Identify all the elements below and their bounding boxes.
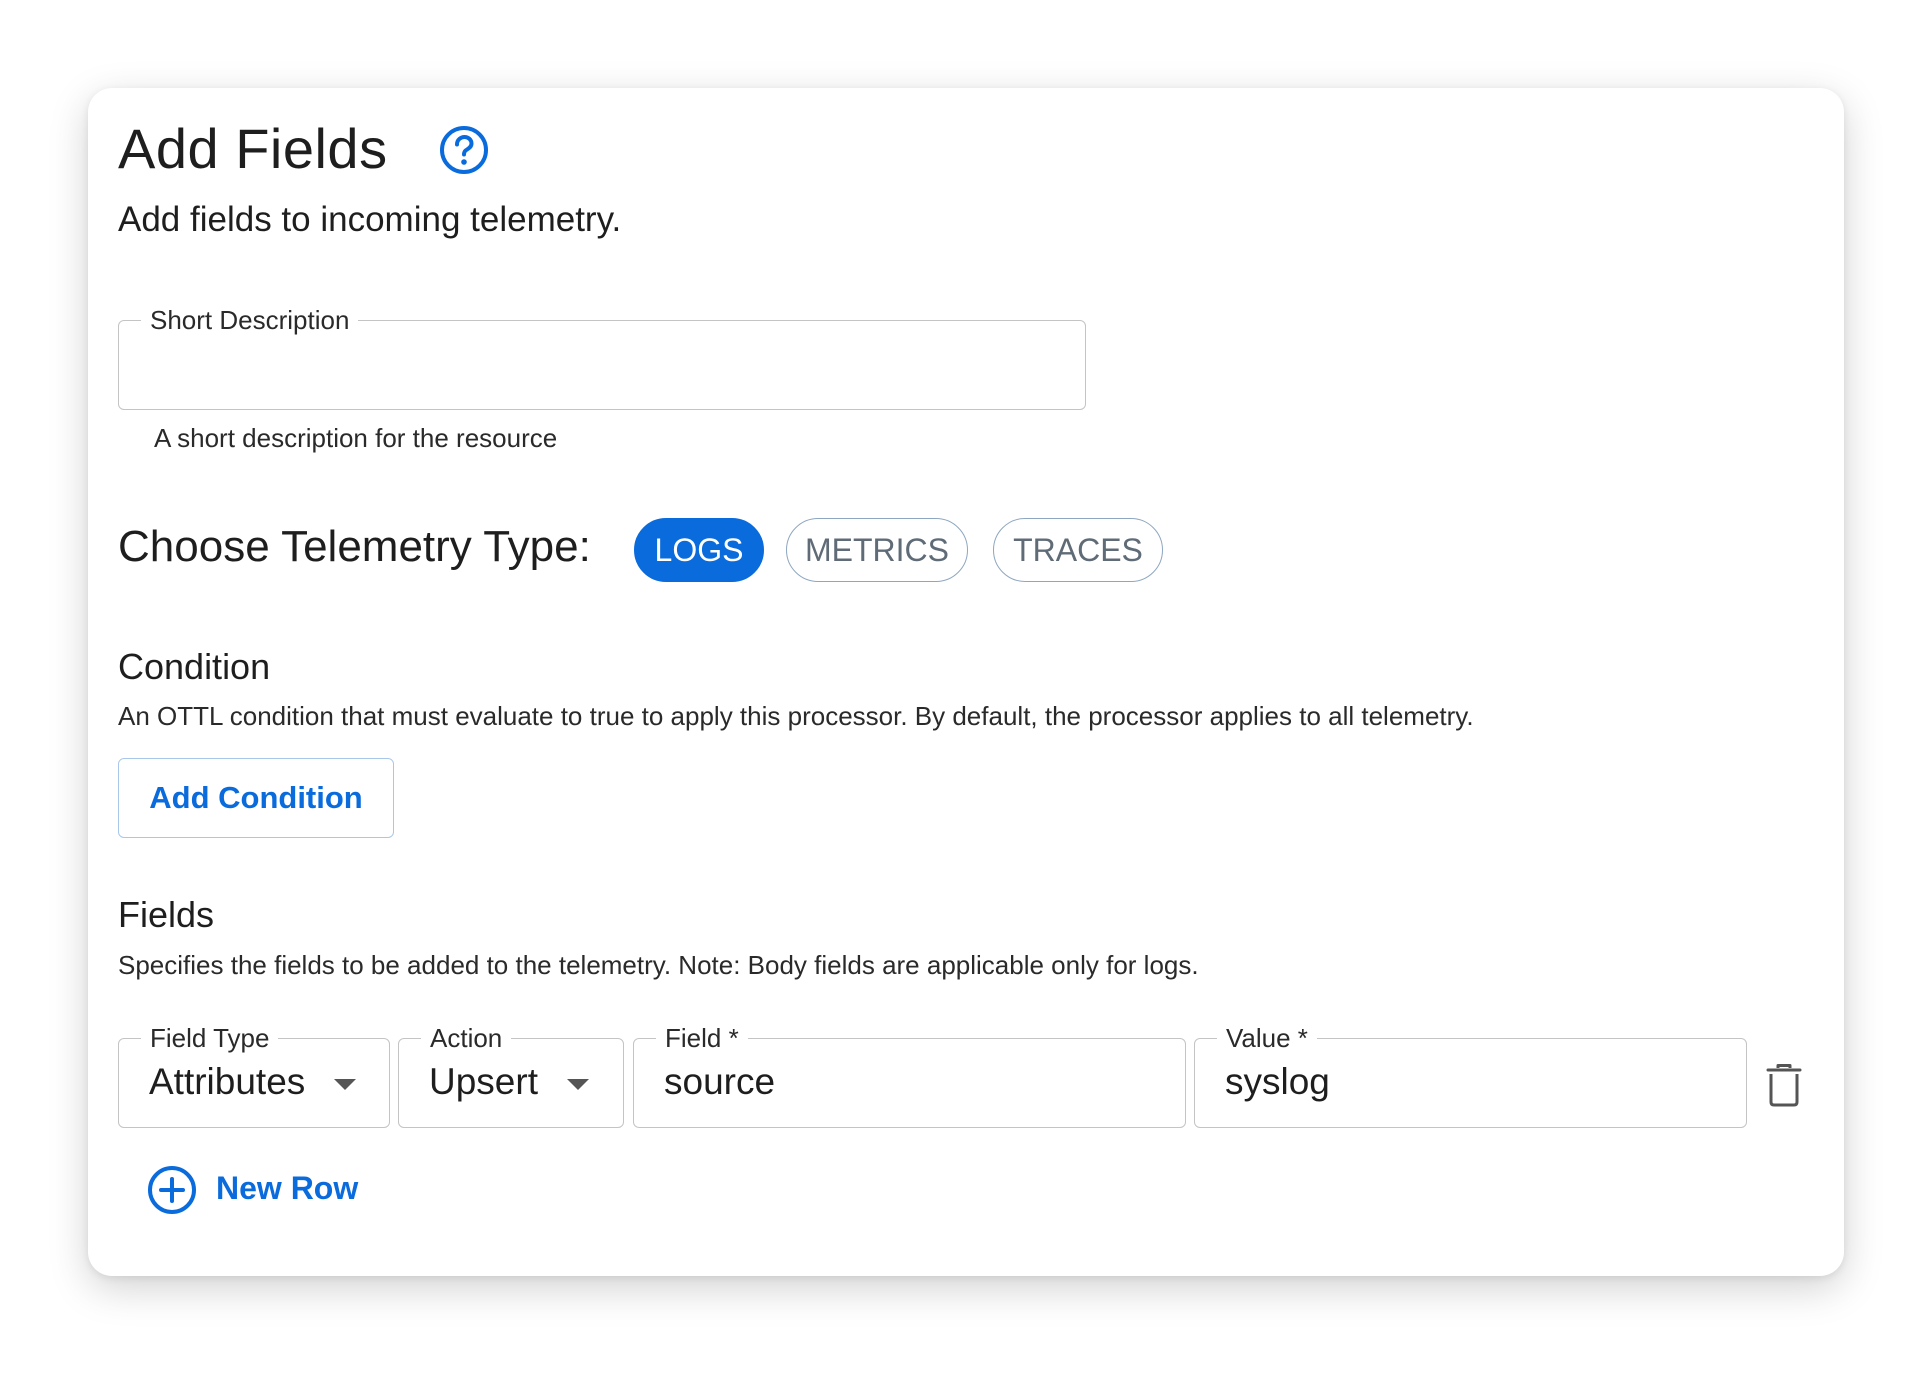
new-row-label: New Row — [216, 1170, 359, 1206]
action-select[interactable]: Action Upsert — [398, 1021, 624, 1128]
fields-title: Fields — [118, 894, 215, 935]
short-description-label: Short Description — [141, 303, 359, 337]
field-name-input[interactable]: Field * source — [633, 1021, 1186, 1128]
caret-down-icon — [567, 1079, 589, 1090]
help-circle-icon[interactable] — [438, 124, 490, 176]
telemetry-chip-logs[interactable]: LOGS — [634, 518, 764, 582]
field-type-select[interactable]: Field Type Attributes — [118, 1021, 390, 1128]
telemetry-type-label: Choose Telemetry Type: — [118, 522, 591, 571]
field-value-value: syslog — [1225, 1061, 1330, 1102]
plus-circle-icon — [148, 1166, 196, 1214]
field-type-label: Field Type — [141, 1021, 279, 1055]
telemetry-chip-metrics[interactable]: METRICS — [786, 518, 968, 582]
add-condition-button[interactable]: Add Condition — [118, 758, 394, 838]
add-fields-card: Add Fields Add fields to incoming teleme… — [88, 88, 1844, 1276]
page-subtitle: Add fields to incoming telemetry. — [118, 200, 622, 239]
action-label: Action — [421, 1021, 512, 1055]
caret-down-icon — [334, 1079, 356, 1090]
field-name-value: source — [664, 1061, 776, 1102]
field-value-label: Value * — [1217, 1021, 1317, 1055]
field-name-label: Field * — [656, 1021, 748, 1055]
fields-description: Specifies the fields to be added to the … — [118, 950, 1199, 980]
trash-icon[interactable] — [1766, 1063, 1802, 1107]
field-value-input[interactable]: Value * syslog — [1194, 1021, 1747, 1128]
short-description-field[interactable]: Short Description — [118, 303, 1086, 410]
short-description-helper: A short description for the resource — [154, 423, 558, 453]
action-value: Upsert — [429, 1061, 538, 1102]
field-type-value: Attributes — [149, 1061, 306, 1102]
condition-title: Condition — [118, 646, 271, 687]
condition-description: An OTTL condition that must evaluate to … — [118, 701, 1474, 731]
telemetry-chip-traces[interactable]: TRACES — [993, 518, 1163, 582]
page-title: Add Fields — [118, 117, 388, 180]
